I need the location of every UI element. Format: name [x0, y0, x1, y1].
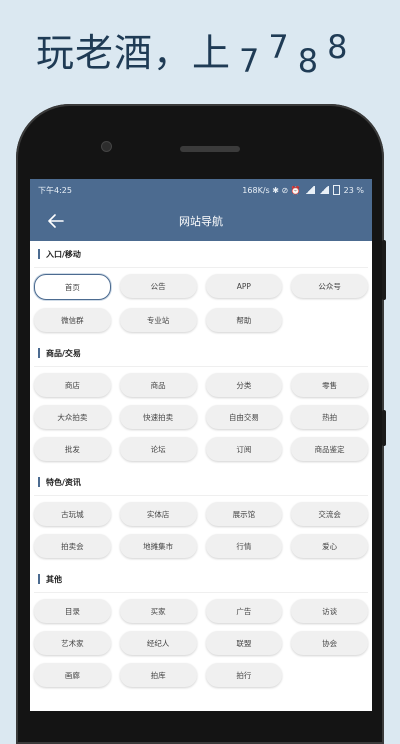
slogan-text: 玩老酒，上 [36, 31, 232, 75]
nav-chip[interactable]: 自由交易 [205, 405, 283, 429]
nav-content: 入口/移动首页 公告 APP 公众号微信群 专业站 帮助商品/交易商店 商品 分类 零售大众拍卖… [30, 241, 372, 695]
section-header: 其他 [34, 566, 368, 593]
app-bar: 网站导航 [30, 201, 372, 241]
nav-chip[interactable]: APP [205, 274, 283, 298]
nav-chip[interactable]: 批发 [34, 437, 111, 461]
nav-chip[interactable]: 艺术家 [34, 631, 111, 655]
nav-chip[interactable]: 快速拍卖 [119, 405, 197, 429]
slogan-digit: 7 [239, 42, 261, 80]
slogan-digit: 7 [268, 28, 290, 66]
nav-chip[interactable]: 首页 [34, 274, 111, 300]
status-time: 下午4:25 [38, 185, 72, 195]
nav-chip[interactable]: 访谈 [291, 599, 368, 623]
nav-chip[interactable]: 拍行 [205, 663, 283, 687]
page-title: 网站导航 [179, 215, 223, 228]
earpiece [180, 146, 240, 152]
status-icons: 168K/s ✱ ⊘ ⏰ [242, 185, 301, 195]
nav-chip[interactable]: 商品鉴定 [291, 437, 368, 461]
slogan-digit: 8 [297, 42, 320, 80]
power-button [382, 410, 386, 446]
section-grid: 目录 买家 广告 访谈艺术家 经纪人 联盟 协会画廊 拍库 拍行 [34, 593, 368, 695]
nav-chip[interactable]: 地摊集市 [119, 534, 197, 558]
volume-button [382, 240, 386, 300]
section-title: 特色/资讯 [46, 477, 81, 487]
nav-chip[interactable]: 拍库 [119, 663, 197, 687]
signal-icon [304, 186, 315, 194]
battery-icon [332, 185, 340, 195]
nav-chip[interactable]: 画廊 [34, 663, 111, 687]
phone-screen: 下午4:25 168K/s ✱ ⊘ ⏰ 23 % 网站导航 入口/移动首页 公告 A… [30, 179, 372, 711]
nav-chip[interactable]: 商品 [119, 373, 197, 397]
camera-icon [102, 142, 111, 151]
arrow-left-icon [48, 214, 64, 228]
nav-chip[interactable]: 协会 [291, 631, 368, 655]
nav-chip[interactable]: 目录 [34, 599, 111, 623]
nav-chip[interactable]: 行情 [205, 534, 283, 558]
section-title: 其他 [46, 574, 62, 584]
nav-chip[interactable]: 交流会 [291, 502, 368, 526]
nav-chip[interactable]: 广告 [205, 599, 283, 623]
nav-chip[interactable]: 古玩城 [34, 502, 111, 526]
nav-chip[interactable]: 专业站 [119, 308, 197, 332]
section-grid: 古玩城 实体店 展示馆 交流会拍卖会 地摊集市 行情 爱心 [34, 496, 368, 566]
slogan-digit: 8 [327, 28, 349, 66]
nav-chip[interactable]: 帮助 [205, 308, 283, 332]
nav-chip[interactable]: 热拍 [291, 405, 368, 429]
section-grid: 首页 公告 APP 公众号微信群 专业站 帮助 [34, 268, 368, 340]
promo-slogan: 玩老酒，上 7 7 8 8 [36, 22, 349, 80]
nav-chip[interactable]: 公告 [119, 274, 197, 298]
signal-icon [318, 186, 329, 194]
section-title: 入口/移动 [46, 249, 81, 259]
nav-chip[interactable]: 买家 [119, 599, 197, 623]
section-header: 特色/资讯 [34, 469, 368, 496]
section-header: 商品/交易 [34, 340, 368, 367]
nav-chip[interactable]: 爱心 [291, 534, 368, 558]
nav-chip[interactable]: 论坛 [119, 437, 197, 461]
status-bar: 下午4:25 168K/s ✱ ⊘ ⏰ 23 % [30, 179, 372, 201]
section-header: 入口/移动 [34, 241, 368, 268]
nav-chip[interactable]: 订阅 [205, 437, 283, 461]
back-button[interactable] [44, 209, 68, 233]
section-marker [38, 574, 40, 584]
section-grid: 商店 商品 分类 零售大众拍卖 快速拍卖 自由交易 热拍批发 论坛 订阅 商品鉴定 [34, 367, 368, 469]
nav-chip[interactable]: 零售 [291, 373, 368, 397]
nav-chip[interactable]: 实体店 [119, 502, 197, 526]
nav-chip[interactable]: 经纪人 [119, 631, 197, 655]
section-marker [38, 477, 40, 487]
nav-chip[interactable]: 大众拍卖 [34, 405, 111, 429]
nav-chip[interactable]: 联盟 [205, 631, 283, 655]
battery-level: 23 % [343, 185, 364, 195]
section-marker [38, 348, 40, 358]
nav-chip[interactable]: 展示馆 [205, 502, 283, 526]
nav-chip[interactable]: 分类 [205, 373, 283, 397]
nav-chip[interactable]: 公众号 [291, 274, 368, 298]
section-title: 商品/交易 [46, 348, 81, 358]
nav-chip[interactable]: 商店 [34, 373, 111, 397]
nav-chip[interactable]: 微信群 [34, 308, 111, 332]
nav-chip[interactable]: 拍卖会 [34, 534, 111, 558]
section-marker [38, 249, 40, 259]
